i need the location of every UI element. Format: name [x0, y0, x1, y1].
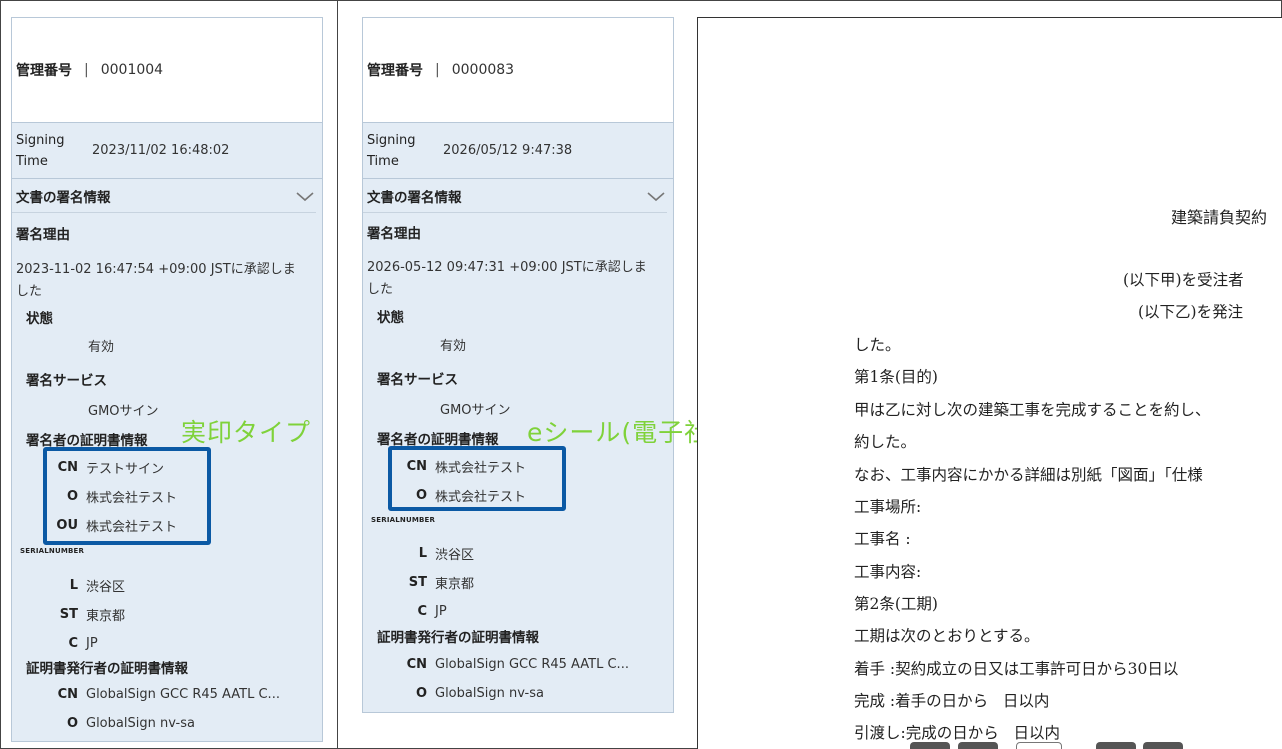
document-signature-section-header[interactable]: 文書の署名情報	[12, 179, 316, 213]
signing-time-label: Signing Time	[367, 132, 416, 169]
management-number-value: 0000083	[451, 62, 515, 78]
separator: |	[435, 62, 440, 78]
serialnumber-label: SERIALNUMBER	[371, 516, 436, 524]
document-line: 約した。	[854, 433, 917, 451]
management-number-box: 管理番号 | 0001004	[11, 17, 323, 123]
signature-reason-value: 2023-11-02 16:47:54 +09:00 JSTに承認しま した	[16, 262, 296, 299]
signing-service-title: 署名サービス	[26, 373, 107, 389]
issuer-row-cn: CN GlobalSign GCC R45 AATL C...	[57, 687, 280, 702]
signature-reason-title: 署名理由	[367, 226, 421, 242]
document-preview: 建築請負契約 (以下甲)を受注者 (以下乙)を発注 した。 第1条(目的) 甲は…	[697, 17, 1282, 749]
management-number-value: 0001004	[100, 62, 164, 78]
signing-service-value: GMOサイン	[88, 404, 159, 419]
signing-time-value: 2023/11/02 16:48:02	[92, 143, 230, 158]
signing-service-value: GMOサイン	[440, 403, 511, 418]
signer-cert-title: 署名者の証明書情報	[26, 433, 148, 449]
signing-time-row: Signing Time 2026/05/12 9:47:38	[363, 123, 673, 179]
document-line: 甲は乙に対し次の建築工事を完成することを約し、	[854, 401, 1211, 419]
signature-panel-middle: 管理番号 | 0000083 Signing Time 2026/05/12 9…	[362, 17, 674, 713]
issuer-row-o: O GlobalSign nv-sa	[415, 686, 544, 701]
document-line: 第1条(目的)	[854, 368, 938, 386]
document-signature-section-header[interactable]: 文書の署名情報	[363, 179, 667, 213]
panel-divider	[337, 0, 338, 749]
document-line: (以下甲)を受注者	[1123, 271, 1244, 289]
chevron-down-icon[interactable]	[294, 185, 316, 207]
document-line: 着手 :契約成立の日又は工事許可日から30日以	[854, 660, 1179, 678]
issuer-row-cn: CN GlobalSign GCC R45 AATL C...	[406, 657, 629, 672]
management-number-box: 管理番号 | 0000083	[362, 17, 674, 123]
document-line: 引渡し:完成の日から 日以内	[854, 724, 1061, 742]
serialnumber-label: SERIALNUMBER	[20, 547, 85, 555]
viewer-control-button[interactable]	[958, 742, 998, 749]
section-title: 文書の署名情報	[16, 189, 111, 206]
viewer-control-button[interactable]	[1096, 742, 1136, 749]
document-line: 工事場所:	[854, 498, 922, 516]
status-value: 有効	[88, 340, 115, 355]
document-line: 工事名 :	[854, 530, 911, 548]
document-title: 建築請負契約	[1171, 208, 1268, 227]
document-line: 第2条(工期)	[854, 595, 938, 613]
status-title: 状態	[377, 310, 404, 326]
management-number-label: 管理番号	[367, 63, 423, 79]
issuer-cert-title: 証明書発行者の証明書情報	[26, 661, 188, 677]
document-line: した。	[854, 336, 901, 354]
location-list: L 渋谷区 ST 東京都 C JP	[371, 539, 474, 626]
document-line: 工事内容:	[854, 563, 922, 581]
signing-time-row: Signing Time 2023/11/02 16:48:02	[12, 123, 322, 179]
management-number-label: 管理番号	[16, 63, 72, 79]
highlight-box-left	[43, 447, 211, 545]
location-row-l: L 渋谷区	[418, 546, 475, 563]
viewer-control-button[interactable]	[1143, 742, 1183, 749]
document-line: (以下乙)を発注	[1138, 303, 1244, 321]
location-row-l: L 渋谷区	[69, 578, 126, 595]
annotation-jitsuin-type: 実印タイプ	[181, 418, 312, 447]
issuer-cert-title: 証明書発行者の証明書情報	[377, 630, 539, 646]
document-line: 工期は次のとおりとする。	[854, 627, 1040, 645]
document-line: なお、工事内容にかかる詳細は別紙「図面」「仕様	[854, 466, 1203, 484]
signer-cert-title: 署名者の証明書情報	[377, 432, 499, 448]
signature-panel-left: 管理番号 | 0001004 Signing Time 2023/11/02 1…	[11, 17, 323, 742]
section-title: 文書の署名情報	[367, 189, 462, 206]
location-row-c: C JP	[417, 604, 447, 619]
issuer-row-o: O GlobalSign nv-sa	[66, 716, 195, 731]
location-row-st: ST 東京都	[408, 575, 475, 592]
signing-service-title: 署名サービス	[377, 372, 458, 388]
location-row-c: C JP	[68, 636, 98, 651]
separator: |	[84, 62, 89, 78]
document-line: 完成 :着手の日から 日以内	[854, 692, 1050, 710]
chevron-down-icon[interactable]	[645, 185, 667, 207]
location-row-st: ST 東京都	[59, 607, 126, 624]
signing-time-label: Signing Time	[16, 132, 65, 169]
page-number-input[interactable]	[1016, 742, 1062, 749]
signature-reason-title: 署名理由	[16, 227, 70, 243]
signing-time-value: 2026/05/12 9:47:38	[443, 143, 573, 158]
signature-reason-value: 2026-05-12 09:47:31 +09:00 JSTに承認しま した	[367, 260, 647, 297]
issuer-cert-list: CN GlobalSign GCC R45 AATL C... O GlobalSi…	[371, 650, 629, 708]
status-value: 有効	[440, 339, 467, 354]
location-list: L 渋谷区 ST 東京都 C JP	[22, 571, 125, 658]
issuer-cert-list: CN GlobalSign GCC R45 AATL C... O GlobalSi…	[22, 680, 280, 738]
highlight-box-middle	[388, 446, 566, 511]
viewer-control-button[interactable]	[910, 742, 950, 749]
status-title: 状態	[26, 311, 53, 327]
